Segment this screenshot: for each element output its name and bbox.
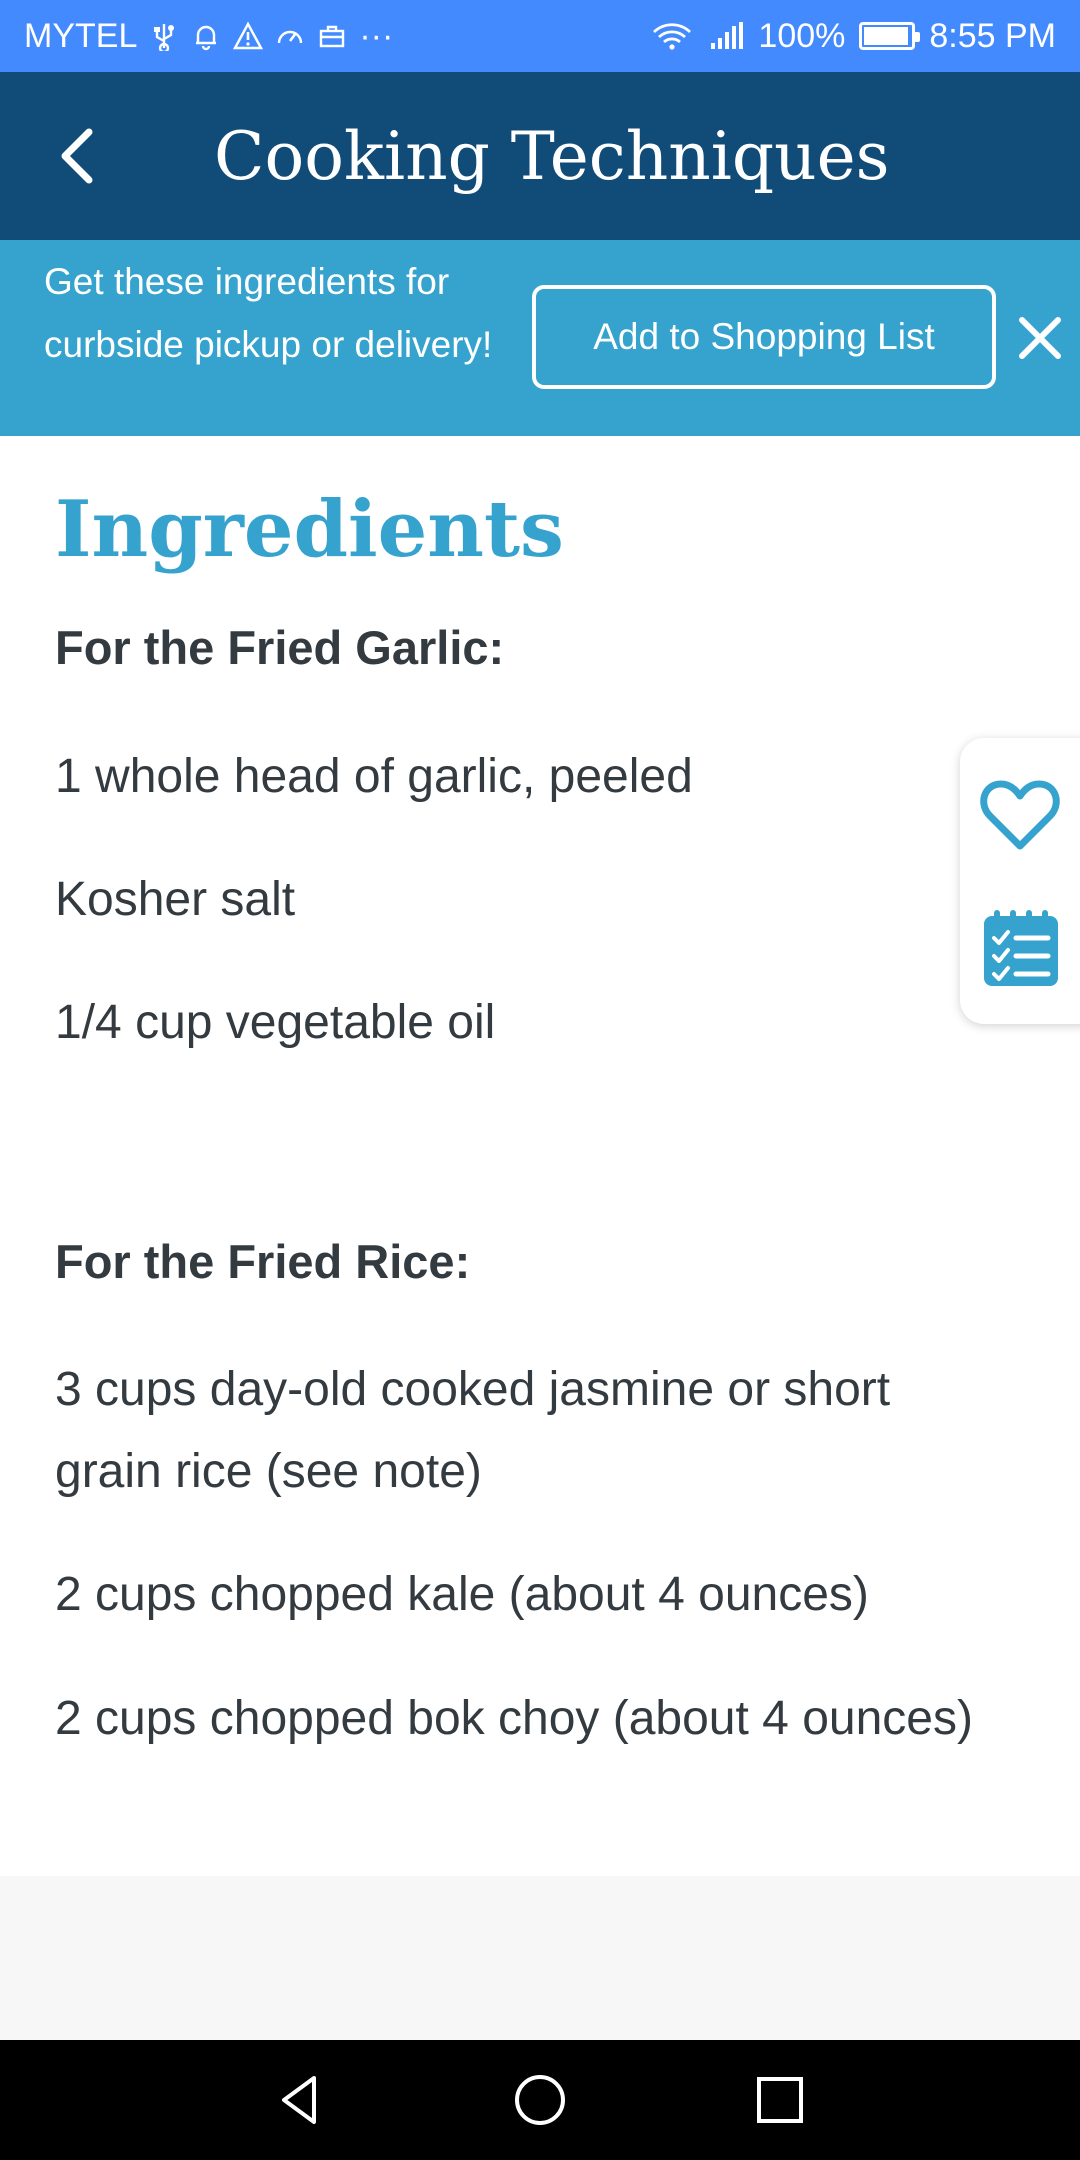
ingredient-group-heading: For the Fried Garlic: (55, 621, 505, 674)
status-overflow: ··· (359, 16, 394, 55)
battery-icon (859, 22, 921, 50)
status-bar-right: 100% 8:55 PM (650, 0, 1056, 72)
ingredient-item: 1 whole head of garlic, peeled (55, 750, 693, 803)
ingredient-item: 2 cups chopped bok choy (about 4 ounces) (55, 1692, 973, 1745)
nav-back-icon (282, 2076, 316, 2124)
nav-home-icon (515, 2075, 565, 2125)
app-bar: Cooking Techniques (0, 72, 1080, 240)
page-title: Cooking Techniques (214, 117, 890, 195)
bell-icon (191, 21, 221, 51)
ingredients-heading: Ingredients (55, 484, 564, 575)
clock: 8:55 PM (929, 16, 1056, 55)
side-action-panel (960, 738, 1080, 1024)
nav-home-button[interactable] (500, 2060, 580, 2140)
ingredient-group-heading: For the Fried Rice: (55, 1235, 471, 1288)
recipe-content: Ingredients For the Fried Garlic: 1 whol… (0, 436, 1080, 1876)
usb-icon (149, 21, 179, 51)
ingredient-item: Kosher salt (55, 873, 296, 926)
chevron-left-icon (61, 128, 93, 184)
nav-recents-icon (757, 2077, 803, 2123)
favorite-button[interactable] (980, 778, 1060, 852)
nav-recents-button[interactable] (740, 2060, 820, 2140)
warning-icon (233, 21, 264, 51)
wifi-icon (650, 21, 694, 51)
checklist-icon (984, 910, 1058, 986)
carrier-name: MYTEL (24, 16, 138, 55)
heart-icon (980, 780, 1060, 850)
nav-back-button[interactable] (260, 2060, 340, 2140)
add-to-shopping-list-button[interactable]: Add to Shopping List (532, 285, 996, 389)
ingredient-item: 1/4 cup vegetable oil (55, 996, 496, 1049)
signal-icon (708, 21, 744, 51)
ingredient-item: 3 cups day-old cooked jasmine or short g… (55, 1363, 891, 1498)
ingredient-item: 2 cups chopped kale (about 4 ounces) (55, 1568, 869, 1621)
system-nav-bar (0, 2040, 1080, 2160)
battery-level-fill (864, 27, 909, 45)
status-bar-left: MYTEL ··· (24, 0, 393, 72)
status-bar: MYTEL ··· 100% 8:55 PM (0, 0, 1080, 72)
speed-icon (275, 21, 305, 51)
promo-text: Get these ingredients for curbside picku… (44, 261, 493, 365)
shopping-list-button[interactable] (982, 908, 1060, 988)
back-button[interactable] (40, 118, 116, 194)
shopping-promo-banner: Get these ingredients for curbside picku… (0, 240, 1080, 436)
content-footer-area (0, 1876, 1080, 2040)
close-icon (1019, 317, 1061, 359)
battery-percent: 100% (758, 16, 846, 55)
promo-close-button[interactable] (1012, 310, 1068, 366)
briefcase-icon (317, 21, 347, 51)
